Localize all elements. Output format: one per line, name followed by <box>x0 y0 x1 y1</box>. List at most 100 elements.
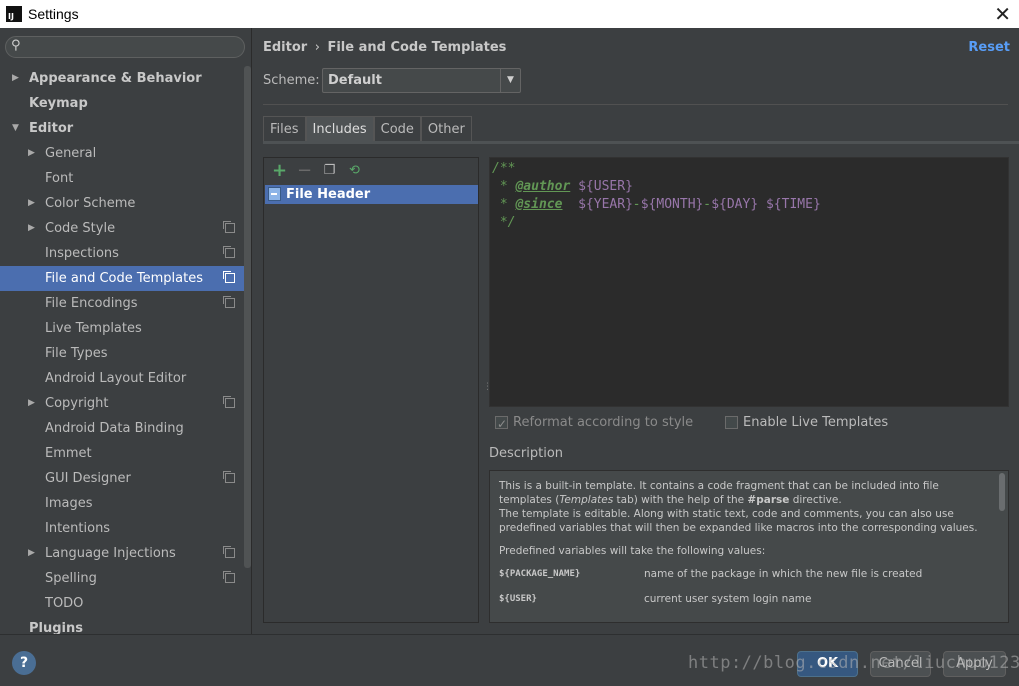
scheme-dropdown-value: Default <box>328 73 382 88</box>
expand-arrow-icon[interactable]: ▶ <box>28 541 35 566</box>
reset-link[interactable]: Reset <box>968 40 1010 55</box>
expand-arrow-icon[interactable]: ▶ <box>28 141 35 166</box>
close-window-button[interactable]: ✕ <box>994 2 1011 26</box>
expand-arrow-icon[interactable]: ▶ <box>28 216 35 241</box>
sidebar-item-font[interactable]: Font <box>0 166 244 191</box>
divider <box>263 104 1008 105</box>
expand-arrow-icon[interactable]: ▶ <box>28 191 35 216</box>
expand-arrow-icon[interactable]: ▶ <box>12 66 19 91</box>
breadcrumb-separator: › <box>314 40 320 55</box>
copy-icon[interactable]: ❐ <box>320 161 339 181</box>
project-settings-icon <box>223 471 235 483</box>
tab-other[interactable]: Other <box>420 116 472 142</box>
sidebar-item-general[interactable]: ▶ General <box>0 141 244 166</box>
add-icon[interactable]: + <box>270 161 289 181</box>
reset-to-default-icon[interactable]: ⟲ <box>345 161 364 181</box>
sidebar-item-label: Plugins <box>29 621 83 634</box>
remove-icon[interactable]: − <box>295 161 314 181</box>
collapse-arrow-icon[interactable]: ▼ <box>12 116 19 141</box>
settings-content-panel: Editor › File and Code Templates Reset S… <box>252 28 1019 634</box>
tab-files[interactable]: Files <box>263 116 306 142</box>
project-settings-icon <box>223 246 235 258</box>
breadcrumb-parent: Editor <box>263 40 308 55</box>
sidebar-item-gui-designer[interactable]: GUI Designer <box>0 466 244 491</box>
sidebar-item-label: Intentions <box>45 521 111 536</box>
sidebar-item-color-scheme[interactable]: ▶ Color Scheme <box>0 191 244 216</box>
code-comment: */ <box>492 215 516 230</box>
sidebar-item-label: Keymap <box>29 96 88 111</box>
description-text: tab) with the help of the <box>613 494 748 506</box>
variable-name: ${USER} <box>499 594 537 604</box>
file-template-icon <box>268 187 281 201</box>
sidebar-item-label: File and Code Templates <box>45 271 203 286</box>
sidebar-item-label: GUI Designer <box>45 471 131 486</box>
variable-row: ${USER} current user system login name <box>499 592 984 606</box>
list-item-label: File Header <box>286 187 371 202</box>
sidebar-item-android-data-binding[interactable]: Android Data Binding <box>0 416 244 441</box>
live-templates-checkbox[interactable] <box>725 416 738 429</box>
project-settings-icon <box>223 221 235 233</box>
sidebar-item-images[interactable]: Images <box>0 491 244 516</box>
reformat-checkbox[interactable] <box>495 414 508 434</box>
tab-includes[interactable]: Includes <box>305 116 374 142</box>
chevron-down-icon[interactable]: ▼ <box>500 69 520 92</box>
sidebar-item-android-layout-editor[interactable]: Android Layout Editor <box>0 366 244 391</box>
sidebar-item-language-injections[interactable]: ▶ Language Injections <box>0 541 244 566</box>
template-list-panel: + − ❐ ⟲ File Header <box>263 157 479 623</box>
description-panel[interactable]: This is a built-in template. It contains… <box>489 470 1009 623</box>
sidebar-item-label: Color Scheme <box>45 196 136 211</box>
sidebar-item-label: Editor <box>29 121 74 136</box>
sidebar-item-plugins[interactable]: Plugins <box>0 616 244 634</box>
scheme-dropdown[interactable]: Default ▼ <box>322 68 521 93</box>
code-line: * @since ${YEAR}-${MONTH}-${DAY} ${TIME} <box>492 196 1008 214</box>
sidebar-item-file-encodings[interactable]: File Encodings <box>0 291 244 316</box>
sidebar-item-editor[interactable]: ▼ Editor <box>0 116 244 141</box>
reformat-checkbox-row[interactable]: Reformat according to style <box>495 413 693 434</box>
sidebar-item-live-templates[interactable]: Live Templates <box>0 316 244 341</box>
doc-tag: @author <box>515 179 571 194</box>
sidebar-scrollbar[interactable] <box>244 66 251 568</box>
sidebar-item-label: General <box>45 146 97 161</box>
sidebar-item-file-and-code-templates[interactable]: File and Code Templates <box>0 266 251 291</box>
description-text: directive. <box>789 494 842 506</box>
live-templates-checkbox-row[interactable]: Enable Live Templates <box>725 413 888 433</box>
sidebar-item-label: TODO <box>45 596 84 611</box>
list-item[interactable]: File Header <box>265 185 478 204</box>
variable-description: name of the package in which the new fil… <box>644 568 923 580</box>
template-variable: ${USER} <box>578 179 633 194</box>
description-text: The template is editable. Along with sta… <box>499 508 978 534</box>
sidebar-item-code-style[interactable]: ▶ Code Style <box>0 216 244 241</box>
sidebar-item-spelling[interactable]: Spelling <box>0 566 244 591</box>
sidebar-item-intentions[interactable]: Intentions <box>0 516 244 541</box>
sidebar-item-label: Language Injections <box>45 546 176 561</box>
description-paragraph: Predefined variables will take the follo… <box>499 545 766 557</box>
sidebar-item-appearance-behavior[interactable]: ▶ Appearance & Behavior <box>0 66 244 91</box>
sidebar-item-emmet[interactable]: Emmet <box>0 441 244 466</box>
breadcrumb: Editor › File and Code Templates <box>263 40 506 55</box>
sidebar-item-todo[interactable]: TODO <box>0 591 244 616</box>
settings-sidebar: ⚲ ▶ Appearance & Behavior Keymap ▼ Edito… <box>0 28 252 634</box>
tab-code[interactable]: Code <box>373 116 421 142</box>
sidebar-item-copyright[interactable]: ▶ Copyright <box>0 391 244 416</box>
sidebar-item-inspections[interactable]: Inspections <box>0 241 244 266</box>
sidebar-item-file-types[interactable]: File Types <box>0 341 244 366</box>
breadcrumb-current: File and Code Templates <box>327 40 507 55</box>
code-comment: /** <box>492 161 516 176</box>
expand-arrow-icon[interactable]: ▶ <box>28 391 35 416</box>
live-templates-checkbox-label: Enable Live Templates <box>743 415 889 430</box>
project-settings-icon <box>223 546 235 558</box>
window-titlebar: IJ Settings ✕ <box>0 0 1019 28</box>
help-button[interactable]: ? <box>12 651 36 675</box>
template-variable: ${YEAR} <box>578 197 633 212</box>
sidebar-item-keymap[interactable]: Keymap <box>0 91 244 116</box>
sidebar-item-label: Spelling <box>45 571 97 586</box>
sidebar-item-label: Images <box>45 496 93 511</box>
description-scrollbar[interactable] <box>999 473 1005 511</box>
code-comment: - <box>632 197 641 212</box>
code-comment: * <box>492 197 516 212</box>
template-code-editor[interactable]: /** * @author ${USER} * @since ${YEAR}-$… <box>489 157 1009 407</box>
sidebar-item-label: Live Templates <box>45 321 142 336</box>
template-variable: ${TIME} <box>765 197 821 212</box>
settings-search-input[interactable]: ⚲ <box>5 36 245 58</box>
